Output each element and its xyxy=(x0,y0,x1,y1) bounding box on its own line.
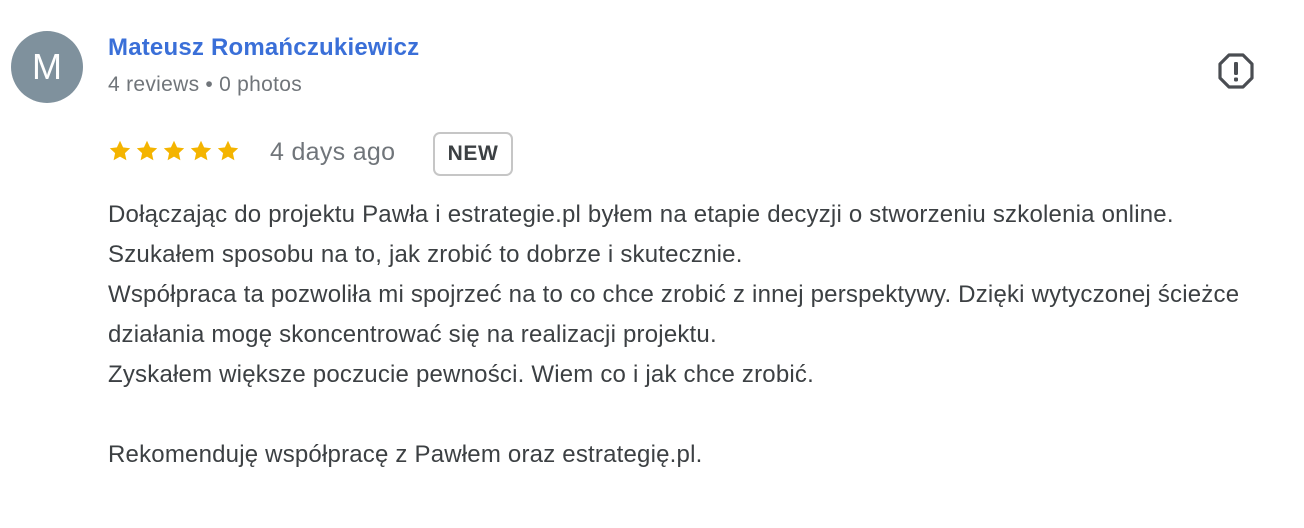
review-line: Rekomenduję współpracę z Pawłem oraz est… xyxy=(108,441,703,468)
review-line: Współpraca ta pozwoliła mi spojrzeć na t… xyxy=(108,281,1240,348)
author-name[interactable]: Mateusz Romańczukiewicz xyxy=(108,34,419,62)
star-icon xyxy=(163,140,185,161)
review-line: Dołączając do projektu Pawła i estrategi… xyxy=(108,201,1174,228)
review-time: 4 days ago xyxy=(270,138,396,166)
photos-count: 0 photos xyxy=(219,73,303,96)
star-rating xyxy=(108,139,240,163)
new-badge: NEW xyxy=(433,132,513,176)
reviews-count: 4 reviews xyxy=(108,73,200,96)
review-line: Szukałem sposobu na to, jak zrobić to do… xyxy=(108,241,743,268)
avatar-initial: M xyxy=(32,46,62,87)
meta-separator: • xyxy=(205,73,214,96)
review-line: Zyskałem większe poczucie pewności. Wiem… xyxy=(108,361,814,388)
star-icon xyxy=(136,140,158,161)
star-icon xyxy=(190,140,212,161)
report-flag-icon[interactable] xyxy=(1217,52,1255,90)
author-meta: 4 reviews • 0 photos xyxy=(108,73,302,97)
review-text: Dołączając do projektu Pawła i estrategi… xyxy=(108,195,1288,475)
star-icon xyxy=(217,140,239,161)
avatar[interactable]: M xyxy=(11,31,83,103)
star-icon xyxy=(109,140,131,161)
